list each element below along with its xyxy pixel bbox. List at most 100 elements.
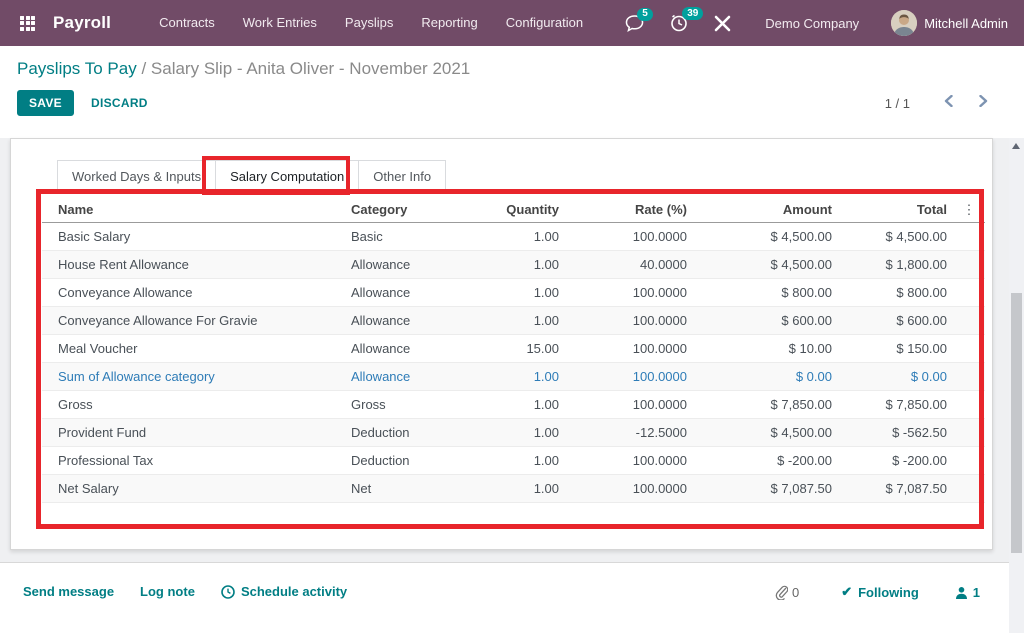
company-switcher[interactable]: Demo Company [765,16,859,31]
table-row[interactable]: Sum of Allowance category Allowance 1.00… [42,363,985,391]
cell-total: $ 0.00 [838,369,953,384]
cell-quantity: 1.00 [480,481,565,496]
table-row[interactable]: Conveyance Allowance Allowance 1.00 100.… [42,279,985,307]
user-menu[interactable]: Mitchell Admin [891,10,1008,36]
cell-name: Gross [42,397,345,412]
vertical-scrollbar[interactable] [1009,138,1024,633]
column-header-amount[interactable]: Amount [693,202,838,217]
cell-amount: $ 4,500.00 [693,425,838,440]
chevron-right-icon [979,95,988,107]
check-icon: ✔ [841,584,852,600]
cell-name: Sum of Allowance category [42,369,345,384]
top-navbar: Payroll Contracts Work Entries Payslips … [0,0,1024,46]
menu-item-contracts[interactable]: Contracts [145,0,229,46]
column-header-quantity[interactable]: Quantity [480,202,565,217]
cell-amount: $ 0.00 [693,369,838,384]
form-view-area: Worked Days & Inputs Salary Computation … [0,138,1024,562]
breadcrumb-current: Salary Slip - Anita Oliver - November 20… [151,59,470,78]
cell-category: Deduction [345,453,480,468]
cell-category: Allowance [345,369,480,384]
followers-button[interactable]: 1 [955,585,980,600]
tab-salary-computation[interactable]: Salary Computation [215,160,359,193]
messages-button[interactable]: 5 [625,15,644,32]
column-header-category[interactable]: Category [345,202,480,217]
cell-amount: $ 7,850.00 [693,397,838,412]
table-row[interactable]: Basic Salary Basic 1.00 100.0000 $ 4,500… [42,223,985,251]
cell-rate: 100.0000 [565,453,693,468]
schedule-activity-button[interactable]: Schedule activity [221,584,347,599]
discard-button[interactable]: DISCARD [91,96,148,110]
user-avatar [891,10,917,36]
cell-quantity: 1.00 [480,425,565,440]
table-header-row: Name Category Quantity Rate (%) Amount T… [42,197,985,223]
column-header-total[interactable]: Total [838,202,953,217]
cell-quantity: 1.00 [480,257,565,272]
pager-previous-button[interactable] [938,92,959,114]
cell-name: Provident Fund [42,425,345,440]
user-name: Mitchell Admin [924,16,1008,31]
table-row[interactable]: Conveyance Allowance For Gravie Allowanc… [42,307,985,335]
cell-category: Allowance [345,257,480,272]
cell-total: $ 600.00 [838,313,953,328]
cell-category: Allowance [345,285,480,300]
cell-category: Net [345,481,480,496]
cell-total: $ 7,850.00 [838,397,953,412]
tools-button[interactable] [714,15,731,32]
attachments-button[interactable]: 0 [775,585,799,600]
crossed-tools-icon [714,15,731,32]
cell-total: $ 800.00 [838,285,953,300]
table-row[interactable]: Net Salary Net 1.00 100.0000 $ 7,087.50 … [42,475,985,503]
cell-name: Net Salary [42,481,345,496]
cell-quantity: 1.00 [480,397,565,412]
cell-amount: $ 7,087.50 [693,481,838,496]
app-title[interactable]: Payroll [53,13,111,33]
table-row[interactable]: Professional Tax Deduction 1.00 100.0000… [42,447,985,475]
log-note-label: Log note [140,584,195,599]
cell-total: $ 150.00 [838,341,953,356]
cell-amount: $ -200.00 [693,453,838,468]
column-header-name[interactable]: Name [42,202,345,217]
send-message-label: Send message [23,584,114,599]
log-note-button[interactable]: Log note [140,584,195,599]
scrollbar-thumb[interactable] [1011,293,1022,553]
column-header-rate[interactable]: Rate (%) [565,202,693,217]
pager-next-button[interactable] [973,92,994,114]
table-row[interactable]: Gross Gross 1.00 100.0000 $ 7,850.00 $ 7… [42,391,985,419]
cell-name: House Rent Allowance [42,257,345,272]
menu-item-work-entries[interactable]: Work Entries [229,0,331,46]
optional-columns-icon[interactable]: ⋮ [953,202,985,218]
form-sheet: Worked Days & Inputs Salary Computation … [10,138,993,550]
menu-item-configuration[interactable]: Configuration [492,0,597,46]
menu-item-payslips[interactable]: Payslips [331,0,407,46]
tab-other-info[interactable]: Other Info [358,160,446,193]
cell-quantity: 1.00 [480,229,565,244]
cell-rate: 100.0000 [565,313,693,328]
cell-quantity: 1.00 [480,369,565,384]
cell-name: Meal Voucher [42,341,345,356]
table-row[interactable]: House Rent Allowance Allowance 1.00 40.0… [42,251,985,279]
cell-rate: -12.5000 [565,425,693,440]
apps-grid-icon[interactable] [20,16,35,31]
cell-name: Basic Salary [42,229,345,244]
following-button[interactable]: ✔ Following [841,584,919,600]
messages-badge: 5 [637,8,653,21]
cell-category: Allowance [345,313,480,328]
cell-name: Conveyance Allowance For Gravie [42,313,345,328]
cell-name: Professional Tax [42,453,345,468]
tab-worked-days-inputs[interactable]: Worked Days & Inputs [57,160,216,193]
person-icon [955,586,968,599]
cell-amount: $ 600.00 [693,313,838,328]
save-button[interactable]: SAVE [17,90,74,116]
cell-category: Gross [345,397,480,412]
cell-total: $ 1,800.00 [838,257,953,272]
table-row[interactable]: Meal Voucher Allowance 15.00 100.0000 $ … [42,335,985,363]
cell-total: $ -200.00 [838,453,953,468]
send-message-button[interactable]: Send message [23,584,114,599]
pager-counter: 1 / 1 [885,96,910,111]
scrollbar-up-arrow[interactable] [1012,143,1020,149]
menu-item-reporting[interactable]: Reporting [407,0,491,46]
table-row[interactable]: Provident Fund Deduction 1.00 -12.5000 $… [42,419,985,447]
cell-rate: 100.0000 [565,229,693,244]
activities-button[interactable]: 39 [670,14,688,32]
breadcrumb-parent[interactable]: Payslips To Pay [17,59,137,78]
